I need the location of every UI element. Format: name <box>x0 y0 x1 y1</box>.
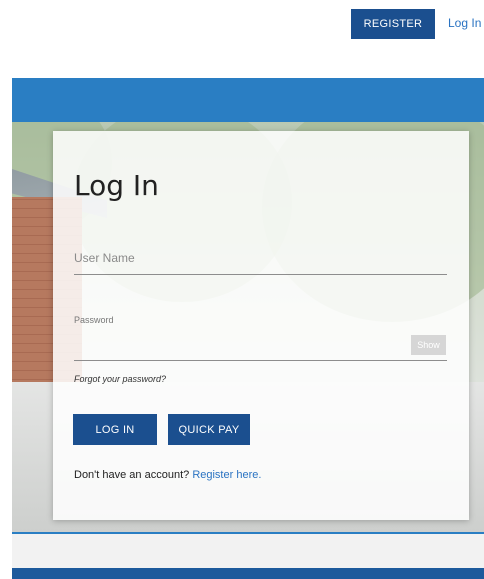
password-input[interactable] <box>74 327 447 361</box>
quick-pay-button[interactable]: QUICK PAY <box>168 414 250 445</box>
footer-band <box>12 568 484 579</box>
top-bar: REGISTER Log In <box>0 0 484 78</box>
header-band <box>12 78 484 122</box>
login-button[interactable]: LOG IN <box>73 414 157 445</box>
signup-prompt-text: Don't have an account? <box>74 469 190 481</box>
signup-prompt: Don't have an account? Register here. <box>74 469 261 481</box>
username-input[interactable] <box>74 241 447 275</box>
login-card: Log In Password Show Forgot your passwor… <box>53 131 469 520</box>
show-password-button[interactable]: Show <box>411 335 446 355</box>
forgot-password-link[interactable]: Forgot your password? <box>74 374 166 384</box>
login-link[interactable]: Log In <box>448 16 481 30</box>
bottom-band <box>12 534 484 568</box>
password-label: Password <box>74 315 114 325</box>
register-button[interactable]: REGISTER <box>351 9 435 39</box>
page-title: Log In <box>74 169 159 202</box>
register-here-link[interactable]: Register here. <box>192 469 261 481</box>
